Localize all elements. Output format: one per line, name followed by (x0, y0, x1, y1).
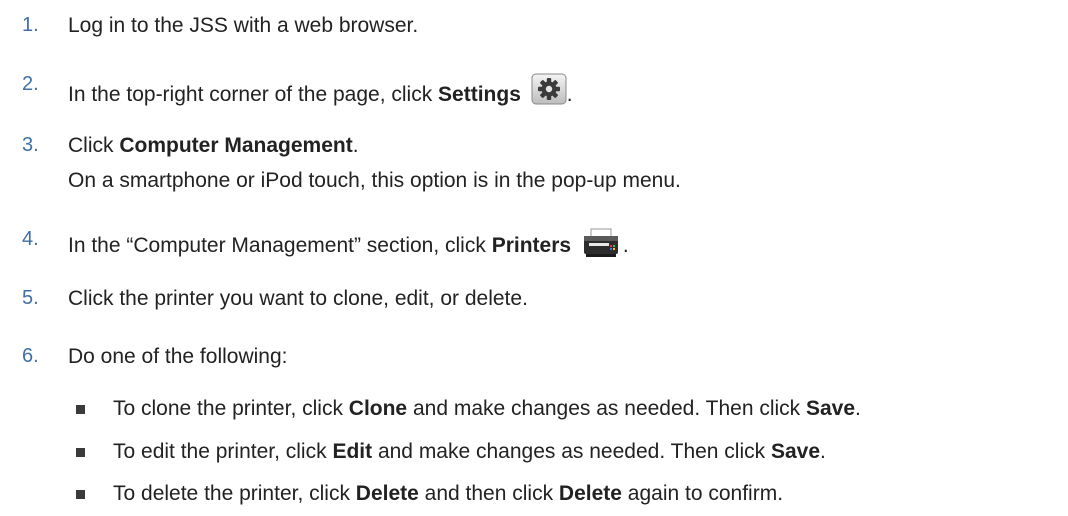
clone-label: Clone (348, 397, 408, 420)
step-text-pre: In the “Computer Management” section, cl… (68, 234, 492, 257)
computer-management-label: Computer Management (119, 134, 353, 157)
step-note: On a smartphone or iPod touch, this opti… (68, 169, 681, 192)
step-number: 6. (22, 345, 39, 367)
step-text: Do one of the following: (68, 345, 288, 368)
step-number: 2. (22, 73, 39, 95)
step-number: 5. (22, 287, 39, 309)
step-text: Click the printer you want to clone, edi… (68, 287, 528, 310)
step-number: 1. (22, 14, 39, 36)
gear-icon (531, 73, 567, 105)
printers-label: Printers (491, 234, 572, 257)
step-number: 4. (22, 228, 39, 250)
bullet-text-pre: To edit the printer, click (113, 440, 333, 463)
edit-label: Edit (332, 440, 373, 463)
bullet-text-pre: To clone the printer, click (113, 397, 349, 420)
step-text-post: . (622, 234, 629, 257)
bullet-text-post: . (820, 440, 826, 463)
bullet-text: To edit the printer, click Edit and make… (113, 440, 826, 464)
bullet-marker (76, 490, 85, 499)
step-text: In the “Computer Management” section, cl… (68, 228, 629, 258)
step-text-post: . (566, 83, 573, 106)
bullet-text-post: again to confirm. (621, 482, 784, 505)
save-label: Save (806, 397, 856, 420)
printer-icon (581, 228, 623, 258)
settings-label: Settings (438, 83, 521, 106)
step-text: Click Computer Management. (68, 134, 359, 158)
step-text: Log in to the JSS with a web browser. (68, 14, 419, 37)
bullet-text-pre: To delete the printer, click (113, 482, 356, 505)
bullet-marker (76, 405, 85, 414)
delete-label: Delete (558, 482, 622, 505)
save-label: Save (770, 440, 821, 463)
bullet-text-post: . (855, 397, 861, 420)
step-text-pre: In the top-right corner of the page, cli… (68, 83, 439, 106)
bullet-marker (76, 448, 85, 457)
bullet-text-mid: and make changes as needed. Then click (407, 397, 806, 420)
bullet-text-mid: and then click (418, 482, 559, 505)
step-text-post: . (352, 134, 359, 157)
step-text: In the top-right corner of the page, cli… (68, 73, 573, 107)
step-number: 3. (22, 134, 39, 156)
bullet-text-mid: and make changes as needed. Then click (372, 440, 771, 463)
bullet-text: To clone the printer, click Clone and ma… (113, 397, 861, 421)
step-text-pre: Click (68, 134, 120, 157)
delete-label: Delete (355, 482, 419, 505)
bullet-text: To delete the printer, click Delete and … (113, 482, 783, 506)
